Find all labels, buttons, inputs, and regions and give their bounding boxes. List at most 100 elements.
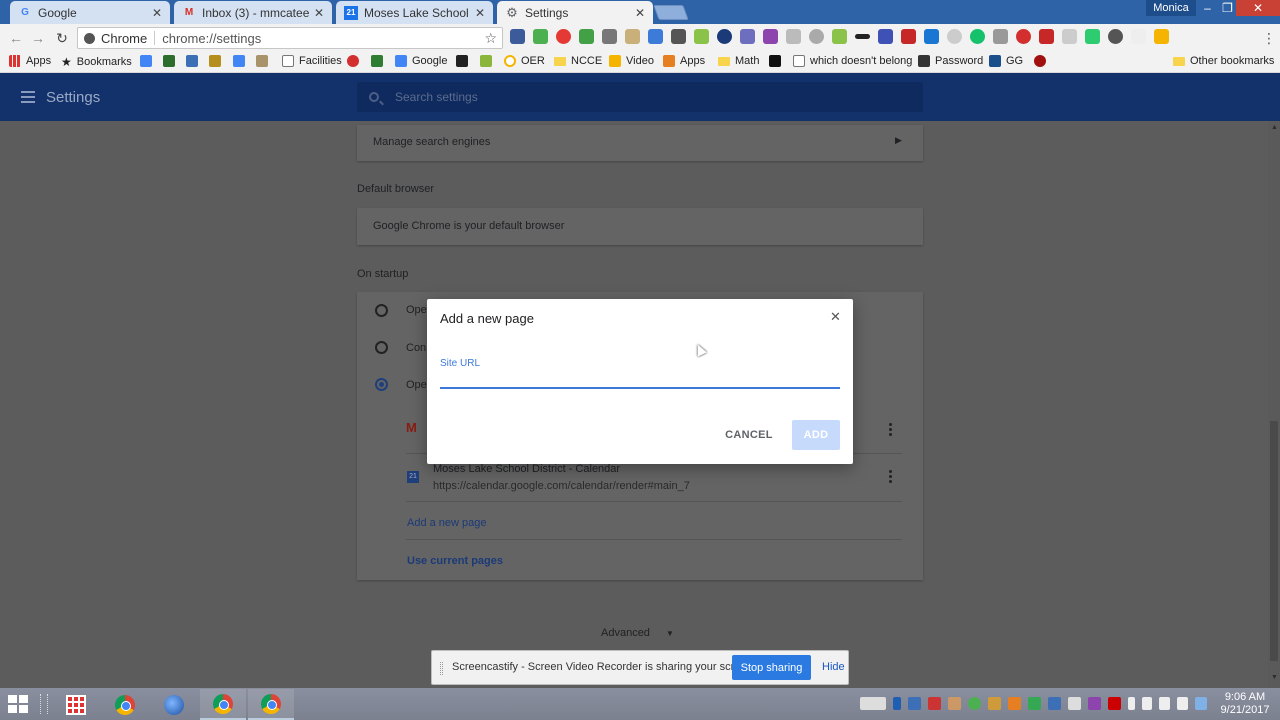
extension-icon[interactable] [832,29,847,44]
scroll-down-icon[interactable]: ▼ [1271,674,1278,681]
extension-icon[interactable] [878,29,893,44]
extension-icon[interactable] [947,29,962,44]
taskbar-apps-grid[interactable] [53,689,99,720]
extension-icon[interactable] [924,29,939,44]
volume-icon[interactable] [1142,697,1152,710]
bookmark-site[interactable] [256,55,273,67]
omnibox-url[interactable]: chrome://settings [162,31,484,46]
more-options-icon[interactable] [889,423,893,438]
bookmark-oer[interactable]: OER [504,55,545,67]
manage-search-engines-row[interactable]: Manage search engines ▶ [357,125,923,161]
tab-close-icon[interactable]: ✕ [475,6,485,20]
extension-icon[interactable] [1062,29,1077,44]
bookmark-site[interactable] [480,55,497,67]
audio-icon[interactable] [671,29,686,44]
opera-icon[interactable] [556,29,571,44]
hide-link[interactable]: Hide [822,661,845,673]
bookmark-site[interactable] [163,55,180,67]
tab-close-icon[interactable]: ✕ [152,6,162,20]
bookmark-facilities[interactable]: Facilities [282,55,342,67]
tab-settings[interactable]: ⚙ Settings ✕ [497,1,653,24]
add-button[interactable]: ADD [792,420,840,450]
tab-google[interactable]: G Google ✕ [10,1,170,24]
bookmark-site[interactable] [209,55,226,67]
bookmark-site[interactable] [371,55,388,67]
bookmark-folder-ncce[interactable]: NCCE [554,55,602,67]
chevron-down-icon[interactable]: ▼ [666,629,674,638]
scissors-icon[interactable] [602,29,617,44]
more-options-icon[interactable] [889,470,893,485]
tray-app-icon[interactable] [988,697,1001,710]
new-tab-button[interactable] [653,5,689,20]
extension-icon[interactable] [786,29,801,44]
bookmark-gg[interactable]: GG [989,55,1023,67]
close-icon[interactable]: ✕ [830,309,841,325]
bookmark-password[interactable]: Password [918,55,983,67]
extension-icon[interactable] [993,29,1008,44]
bookmark-google[interactable] [140,55,157,67]
window-close-button[interactable]: ✕ [1236,0,1280,16]
taskbar-chrome-window[interactable] [248,689,294,720]
menu-icon[interactable] [21,91,35,103]
startup-radio-2[interactable] [375,341,388,354]
advanced-toggle[interactable]: Advanced [601,627,650,639]
pinterest-icon[interactable] [1016,29,1031,44]
bookmark-site[interactable] [186,55,203,67]
taskbar-globe-app[interactable] [151,689,197,720]
bookmark-site[interactable] [456,55,473,67]
tray-app-icon[interactable] [908,697,921,710]
extension-icon[interactable] [901,29,916,44]
grammarly-icon[interactable] [970,29,985,44]
other-bookmarks[interactable]: Other bookmarks [1173,55,1274,67]
extension-icon[interactable] [740,29,755,44]
bluetooth-icon[interactable] [893,697,901,710]
bookmark-video[interactable]: Video [609,55,654,67]
tab-gmail[interactable]: M Inbox (3) - mmcatee@m ✕ [174,1,332,24]
bookmark-site[interactable] [769,55,786,67]
extension-icon[interactable] [1039,29,1054,44]
tab-calendar[interactable]: 21 Moses Lake School Distr ✕ [336,1,493,24]
extension-icon[interactable] [648,29,663,44]
battery-icon[interactable] [1128,697,1135,710]
extension-icon[interactable] [533,29,548,44]
bookmark-apps-site[interactable]: Apps [663,55,705,67]
extension-icon[interactable] [1085,29,1100,44]
tray-app-icon[interactable] [1008,697,1021,710]
tray-app-icon[interactable] [928,697,941,710]
wifi-icon[interactable] [1159,697,1170,710]
extension-icon[interactable] [510,29,525,44]
taskbar-clock[interactable]: 9:06 AM 9/21/2017 [1218,691,1272,717]
keyboard-icon[interactable] [860,697,886,710]
scroll-up-icon[interactable]: ▲ [1271,124,1278,131]
tab-close-icon[interactable]: ✕ [635,6,645,20]
taskbar-chrome-window[interactable] [200,689,246,720]
stop-sharing-button[interactable]: Stop sharing [732,655,811,680]
bookmark-which-doesnt-belong[interactable]: which doesn't belong [793,55,912,67]
extension-icon[interactable] [1154,29,1169,44]
taskbar-chrome[interactable] [102,689,148,720]
extension-icon[interactable] [855,34,870,39]
use-current-pages-link[interactable]: Use current pages [407,555,503,567]
cancel-button[interactable]: CANCEL [719,421,779,449]
google-drive-icon[interactable] [1028,697,1041,710]
bookmark-folder-math[interactable]: Math [718,55,759,67]
toolbar-grip-icon[interactable] [40,694,48,714]
site-url-input[interactable] [440,373,840,389]
tray-app-icon[interactable] [968,697,981,710]
reload-button[interactable]: ↻ [52,28,72,48]
extension-icon[interactable] [763,29,778,44]
page-scrollbar[interactable]: ▲ ▼ [1268,121,1280,687]
tab-close-icon[interactable]: ✕ [314,6,324,20]
address-bar[interactable]: Chrome chrome://settings ☆ [77,27,503,49]
extension-icon[interactable] [694,29,709,44]
tray-app-icon[interactable] [1108,697,1121,710]
chrome-menu-icon[interactable]: ⋮ [1262,30,1276,47]
tray-app-icon[interactable] [1048,697,1061,710]
bookmark-google-search[interactable]: Google [395,55,447,67]
bookmark-pinterest[interactable] [347,55,364,67]
k-icon[interactable] [717,29,732,44]
tray-app-icon[interactable] [948,697,961,710]
startup-radio-3[interactable] [375,378,388,391]
search-settings-input[interactable]: Search settings [357,82,923,112]
scrollbar-thumb[interactable] [1270,421,1278,661]
